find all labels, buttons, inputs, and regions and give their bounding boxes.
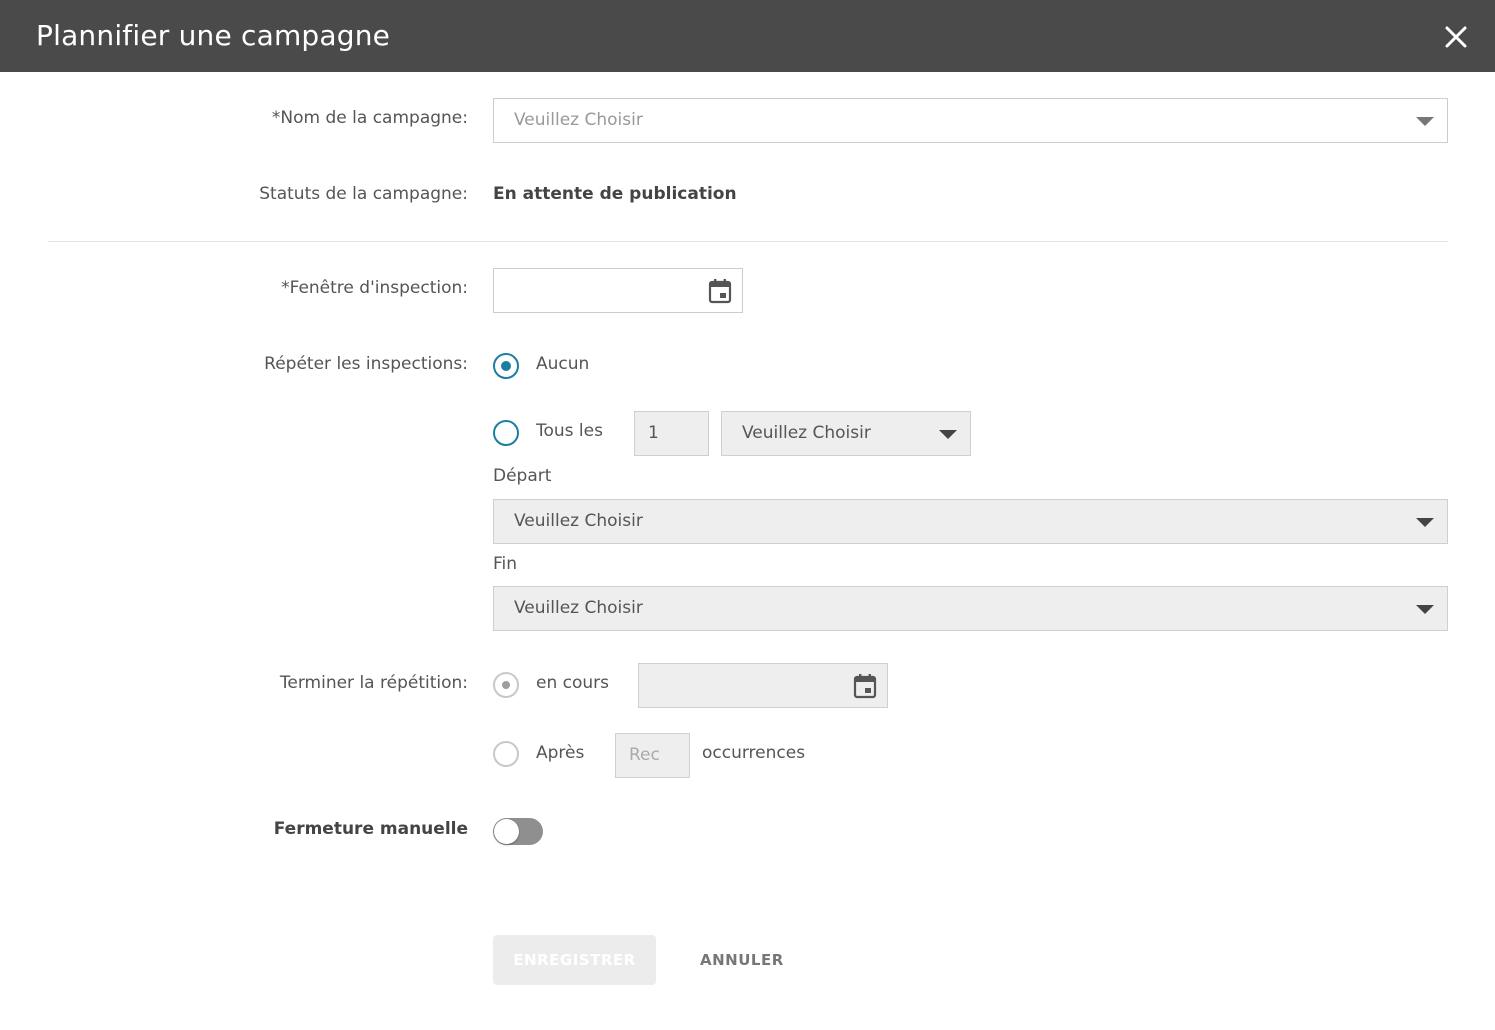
calendar-icon[interactable]: [853, 673, 877, 699]
end-ongoing-label: en cours: [536, 673, 610, 693]
repeat-every-radio[interactable]: [493, 420, 519, 446]
calendar-icon[interactable]: [708, 278, 732, 304]
toggle-knob: [494, 819, 519, 844]
end-value: Veuillez Choisir: [514, 598, 643, 618]
repeat-unit-select[interactable]: Veuillez Choisir: [721, 411, 971, 456]
inspection-window-input[interactable]: [493, 268, 743, 313]
repeat-every-label: Tous les: [536, 421, 603, 441]
end-ongoing-radio[interactable]: [493, 672, 519, 698]
close-icon[interactable]: [1443, 24, 1469, 50]
repeat-none-radio[interactable]: [493, 353, 519, 379]
repeat-label: Répéter les inspections:: [264, 354, 468, 374]
repeat-count-value: 1: [648, 423, 659, 443]
save-button[interactable]: ENREGISTRER: [493, 935, 656, 985]
manual-close-label: Fermeture manuelle: [273, 819, 468, 839]
end-select[interactable]: Veuillez Choisir: [493, 586, 1448, 631]
campaign-name-select[interactable]: Veuillez Choisir: [493, 98, 1448, 143]
occurrences-suffix: occurrences: [702, 743, 806, 763]
start-label: Départ: [493, 466, 552, 486]
radio-selected-dot: [501, 361, 511, 371]
end-repeat-label: Terminer la répétition:: [279, 673, 468, 693]
end-date-input[interactable]: [638, 663, 888, 708]
repeat-count-input[interactable]: 1: [634, 411, 709, 456]
manual-close-toggle[interactable]: [493, 818, 543, 845]
start-select[interactable]: Veuillez Choisir: [493, 499, 1448, 544]
chevron-down-icon: [1416, 518, 1434, 527]
repeat-unit-value: Veuillez Choisir: [742, 423, 871, 443]
dialog-title: Plannifier une campagne: [36, 19, 391, 52]
occurrences-input[interactable]: Rec: [615, 733, 690, 778]
repeat-none-label: Aucun: [536, 354, 590, 374]
campaign-name-label: *Nom de la campagne:: [271, 108, 468, 128]
end-after-label: Après: [536, 743, 585, 763]
chevron-down-icon: [939, 430, 957, 439]
chevron-down-icon: [1416, 117, 1434, 126]
end-label: Fin: [493, 554, 518, 574]
occurrences-placeholder: Rec: [629, 745, 660, 765]
inspection-window-label: *Fenêtre d'inspection:: [281, 278, 468, 298]
radio-selected-dot: [502, 681, 510, 689]
start-value: Veuillez Choisir: [514, 511, 643, 531]
dialog-header: Plannifier une campagne: [0, 0, 1495, 72]
cancel-button[interactable]: ANNULER: [700, 935, 784, 985]
chevron-down-icon: [1416, 605, 1434, 614]
campaign-status-label: Statuts de la campagne:: [259, 184, 468, 204]
campaign-status-value: En attente de publication: [493, 184, 737, 204]
section-divider: [48, 241, 1448, 242]
campaign-name-value: Veuillez Choisir: [514, 110, 643, 130]
end-after-radio[interactable]: [493, 741, 519, 767]
